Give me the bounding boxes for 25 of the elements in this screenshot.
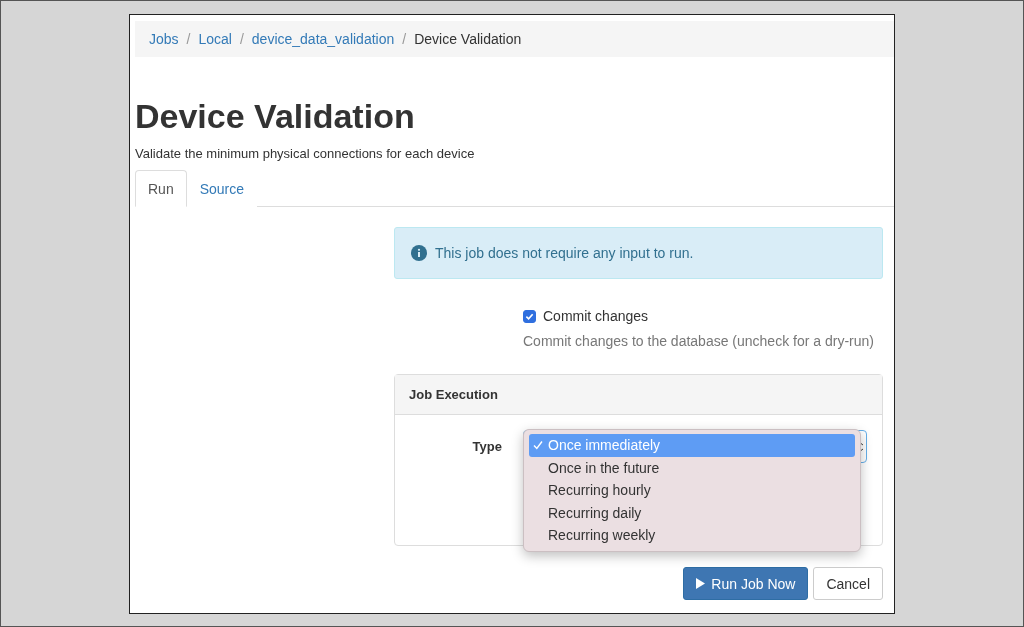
breadcrumb-separator: / bbox=[239, 31, 244, 47]
breadcrumb-separator: / bbox=[402, 31, 407, 47]
dropdown-option[interactable]: Recurring hourly bbox=[529, 479, 855, 502]
breadcrumb-link[interactable]: device_data_validation bbox=[251, 31, 395, 47]
cancel-button[interactable]: Cancel bbox=[813, 567, 883, 600]
page-description: Validate the minimum physical connections for each device bbox=[135, 146, 476, 161]
breadcrumb-current-page: Device Validation bbox=[414, 31, 522, 47]
run-button[interactable]: Run Job Now bbox=[683, 567, 809, 600]
alert-text: This job does not require any input to run. bbox=[435, 245, 694, 261]
breadcrumb-link[interactable]: Local bbox=[198, 31, 232, 47]
dropdown-option[interactable]: Recurring daily bbox=[529, 501, 855, 524]
dropdown-option[interactable]: Recurring weekly bbox=[529, 524, 855, 547]
field-label: Type bbox=[471, 439, 502, 454]
breadcrumb-link[interactable]: Jobs bbox=[149, 31, 179, 47]
play-icon bbox=[696, 578, 706, 589]
panel-title: Job Execution bbox=[395, 375, 882, 415]
help-text: Commit changes to the database (uncheck for a dry-run) bbox=[523, 333, 875, 349]
breadcrumb-separator: / bbox=[186, 31, 191, 47]
tab[interactable]: Run bbox=[135, 170, 187, 207]
dropdown-option[interactable]: Once in the future bbox=[529, 456, 855, 479]
checkbox-label: Commit changes bbox=[543, 308, 649, 324]
page-title: Device Validation bbox=[135, 97, 416, 136]
info-icon bbox=[411, 245, 427, 261]
checkbox[interactable] bbox=[523, 309, 536, 323]
check-icon bbox=[533, 440, 543, 451]
